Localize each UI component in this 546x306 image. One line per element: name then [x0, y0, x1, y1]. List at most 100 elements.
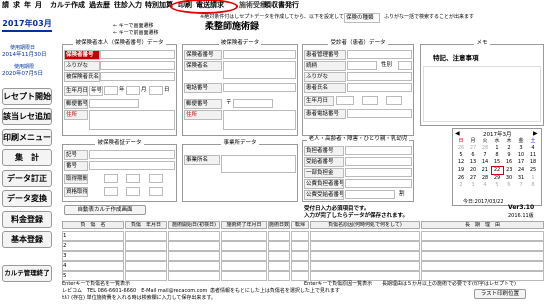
valid-year-field[interactable]	[104, 174, 118, 183]
cal-cell[interactable]: 25	[527, 167, 539, 175]
patient-birth-year-field[interactable]	[336, 96, 354, 105]
table-cell[interactable]	[168, 241, 220, 251]
calendar-today[interactable]: 今日:2017/03/22	[463, 198, 504, 205]
cal-cell[interactable]: 28	[479, 175, 491, 183]
summary-button[interactable]: 集 計	[2, 149, 52, 166]
cal-cell[interactable]: 5	[455, 152, 467, 159]
cal-cell[interactable]: 14	[479, 159, 491, 167]
table-cell[interactable]: 3	[62, 251, 124, 261]
table-cell[interactable]	[310, 241, 420, 251]
cal-cell[interactable]: 27	[467, 175, 479, 183]
menu-item-nen[interactable]: 年	[24, 0, 31, 11]
table-cell[interactable]	[310, 261, 420, 271]
payer-field[interactable]	[345, 146, 412, 155]
print-position-button[interactable]: ラスト印刷位置	[474, 289, 526, 299]
table-cell[interactable]	[221, 241, 267, 251]
table-cell[interactable]	[125, 271, 167, 281]
relation-field[interactable]	[347, 61, 377, 70]
patient-furigana-field[interactable]	[347, 72, 412, 81]
cal-cell[interactable]: 26	[455, 175, 467, 183]
furigana-field[interactable]	[100, 61, 175, 70]
karte-exit-button[interactable]: カルテ管理終了	[2, 265, 52, 282]
table-cell[interactable]	[291, 231, 309, 241]
public-payer-field[interactable]	[345, 179, 412, 188]
table-cell[interactable]	[421, 241, 544, 251]
cal-cell[interactable]: 4	[527, 145, 539, 152]
cal-cell[interactable]: 11	[527, 152, 539, 159]
symbol-field[interactable]	[89, 150, 175, 159]
valid-day-field[interactable]	[149, 174, 163, 183]
patient-birth-month-field[interactable]	[362, 96, 378, 105]
cal-cell[interactable]: 3	[515, 145, 527, 152]
insured-name-field[interactable]	[100, 72, 175, 81]
menu-receipt[interactable]: 領収書発行	[264, 0, 299, 11]
cal-cell[interactable]: 7	[479, 152, 491, 159]
cal-cell[interactable]: 8	[527, 182, 539, 189]
cal-cell[interactable]: 23	[503, 167, 515, 175]
table-cell[interactable]	[125, 261, 167, 271]
cal-cell[interactable]: 29	[491, 175, 503, 183]
calendar[interactable]: ◀ 2017年3月 ▶ 日月火水木金土 26 27 28 1 2 3 4 5 6 7 8 9 10 11…	[452, 128, 542, 206]
table-cell[interactable]	[421, 231, 544, 241]
sex-field[interactable]	[398, 61, 412, 70]
cal-cell[interactable]: 3	[467, 182, 479, 189]
cal-cell[interactable]: 9	[503, 152, 515, 159]
valid-month-field[interactable]	[126, 174, 140, 183]
p-postal-field[interactable]	[233, 99, 273, 108]
auto-karte-button[interactable]: 自動表カルテ作成画面	[64, 205, 146, 215]
cal-cell[interactable]: 20	[467, 167, 479, 175]
cal-cell[interactable]: 13	[467, 159, 479, 167]
birth-month-field[interactable]	[126, 86, 140, 95]
p-insurer-number-field[interactable]	[223, 50, 296, 59]
birth-day-field[interactable]	[149, 86, 163, 95]
cal-cell[interactable]: 4	[479, 182, 491, 189]
era-field[interactable]: 年号	[89, 86, 103, 96]
cal-cell[interactable]: 1	[527, 175, 539, 183]
cal-cell[interactable]: 24	[515, 167, 527, 175]
table-cell[interactable]	[168, 251, 220, 261]
table-cell[interactable]	[421, 251, 544, 261]
cal-cell[interactable]: 27	[467, 145, 479, 152]
fee-register-button[interactable]: 料金登録	[2, 211, 52, 228]
cal-cell[interactable]: 12	[455, 159, 467, 167]
menu-history[interactable]: 過去歴	[89, 0, 110, 11]
birth-year-field[interactable]	[104, 86, 118, 95]
cal-cell[interactable]: 2	[455, 182, 467, 189]
address-field[interactable]	[89, 110, 175, 130]
qualify-day-field[interactable]	[149, 187, 163, 196]
table-cell[interactable]	[310, 251, 420, 261]
cal-cell[interactable]: 1	[491, 145, 503, 152]
recipient-field[interactable]	[345, 157, 412, 166]
cal-cell[interactable]: 2	[503, 145, 515, 152]
cal-cell[interactable]: 19	[455, 167, 467, 175]
table-cell[interactable]	[221, 261, 267, 271]
card-number-field[interactable]	[89, 161, 175, 170]
p-address-field[interactable]	[223, 110, 296, 130]
phone-field[interactable]	[223, 83, 296, 92]
cal-cell[interactable]: 31	[515, 175, 527, 183]
cal-cell[interactable]: 16	[503, 159, 515, 167]
cal-cell[interactable]: 5	[491, 182, 503, 189]
basic-register-button[interactable]: 基本登録	[2, 231, 52, 248]
table-cell[interactable]	[221, 231, 267, 241]
table-cell[interactable]: 4	[62, 261, 124, 271]
cal-cell[interactable]: 15	[491, 159, 503, 167]
insurer-number-field[interactable]	[100, 50, 175, 59]
menu-item-sei[interactable]: 請	[2, 0, 9, 11]
memo-field[interactable]	[423, 66, 541, 122]
table-cell[interactable]	[310, 231, 420, 241]
cal-cell[interactable]: 18	[527, 159, 539, 167]
menu-special[interactable]: 特別加算	[145, 0, 173, 11]
patient-id-field[interactable]	[347, 50, 412, 59]
table-cell[interactable]	[268, 251, 290, 261]
table-cell[interactable]: 1	[62, 231, 124, 241]
table-cell[interactable]: 2	[62, 241, 124, 251]
public-recipient-field[interactable]	[345, 190, 395, 199]
office-name-field[interactable]	[221, 155, 296, 173]
table-cell[interactable]	[291, 251, 309, 261]
cal-cell[interactable]: 26	[455, 145, 467, 152]
qualify-year-field[interactable]	[104, 187, 118, 196]
cal-cell[interactable]: 21	[479, 167, 491, 175]
cal-cell[interactable]: 28	[479, 145, 491, 152]
table-cell[interactable]	[168, 231, 220, 241]
